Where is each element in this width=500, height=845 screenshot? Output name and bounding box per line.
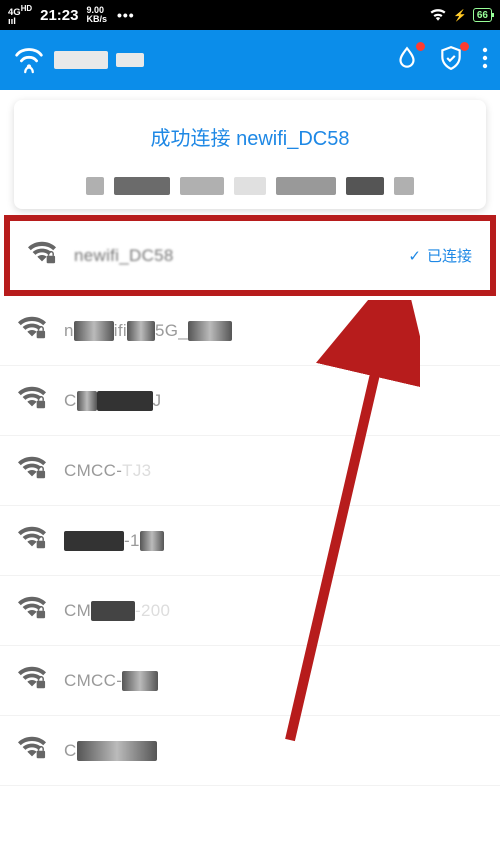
wifi-name: CMCC-xx <box>64 671 158 691</box>
wifi-lock-icon <box>18 456 46 485</box>
status-more-icon: ••• <box>117 7 135 23</box>
wifi-name: Cxxxx <box>64 741 157 761</box>
wifi-item[interactable]: Cxxxx <box>0 716 500 786</box>
status-right-cluster: ⚡ 66 <box>429 7 492 24</box>
connected-label: 已连接 <box>427 245 472 266</box>
network-label: 4G <box>8 7 21 18</box>
wifi-item[interactable]: xxxx-1x <box>0 506 500 576</box>
wifi-lock-icon <box>18 526 46 555</box>
network-sub: HD <box>21 4 32 13</box>
water-drop-icon[interactable] <box>394 45 420 76</box>
charging-icon: ⚡ <box>453 9 467 22</box>
redacted-block <box>394 177 414 195</box>
more-vertical-icon[interactable] <box>482 46 488 75</box>
wifi-lock-icon <box>18 666 46 695</box>
app-logo-icon[interactable] <box>12 41 46 80</box>
redacted-block <box>114 177 170 195</box>
header-redacted-2 <box>116 53 144 67</box>
wifi-name: CxxxxJ <box>64 391 161 411</box>
redacted-block <box>346 177 384 195</box>
header-redacted-1 <box>54 51 108 69</box>
wifi-name: CMxx-200 <box>64 601 170 621</box>
wifi-lock-icon <box>28 241 56 270</box>
wifi-lock-icon <box>18 736 46 765</box>
redacted-block <box>234 177 266 195</box>
wifi-item-connected[interactable]: newifi_DC58 ✓ 已连接 <box>4 215 496 296</box>
wifi-item[interactable]: CxxxxJ <box>0 366 500 436</box>
wifi-lock-icon <box>18 386 46 415</box>
check-icon: ✓ <box>408 247 421 265</box>
network-speed: 9.00KB/s <box>86 6 107 24</box>
notification-dot <box>416 42 425 51</box>
connection-banner: 成功连接 newifi_DC58 <box>14 100 486 209</box>
network-type: 4GHDııl <box>8 4 32 26</box>
wifi-item[interactable]: CMxx-200 <box>0 576 500 646</box>
wifi-name: nxxifix5G_xx <box>64 321 232 341</box>
wifi-name: xxxx-1x <box>64 531 164 551</box>
redacted-block <box>276 177 336 195</box>
header-actions <box>394 45 488 76</box>
status-left-cluster: 4GHDııl 21:23 9.00KB/s ••• <box>8 4 135 26</box>
wifi-connected-status: ✓ 已连接 <box>408 245 472 266</box>
redacted-block <box>86 177 104 195</box>
wifi-item[interactable]: nxxifix5G_xx <box>0 296 500 366</box>
wifi-name: CMCC-TJ3 <box>64 461 151 481</box>
wifi-name: newifi_DC58 <box>74 246 174 266</box>
wifi-list: newifi_DC58 ✓ 已连接 nxxifix5G_xx CxxxxJ CM… <box>0 215 500 786</box>
wifi-item[interactable]: CMCC-xx <box>0 646 500 716</box>
wifi-item[interactable]: CMCC-TJ3 <box>0 436 500 506</box>
status-bar: 4GHDııl 21:23 9.00KB/s ••• ⚡ 66 <box>0 0 500 30</box>
battery-percent: 66 <box>477 10 488 21</box>
speed-unit: KB/s <box>86 14 107 24</box>
banner-redacted-row <box>26 177 474 195</box>
app-header <box>0 30 500 90</box>
wifi-lock-icon <box>18 316 46 345</box>
wifi-lock-icon <box>18 596 46 625</box>
banner-title: 成功连接 newifi_DC58 <box>26 122 474 151</box>
battery-indicator: 66 <box>473 8 492 22</box>
notification-dot <box>460 42 469 51</box>
shield-check-icon[interactable] <box>438 45 464 76</box>
status-time: 21:23 <box>40 7 78 24</box>
redacted-block <box>180 177 224 195</box>
wifi-status-icon <box>429 7 447 24</box>
